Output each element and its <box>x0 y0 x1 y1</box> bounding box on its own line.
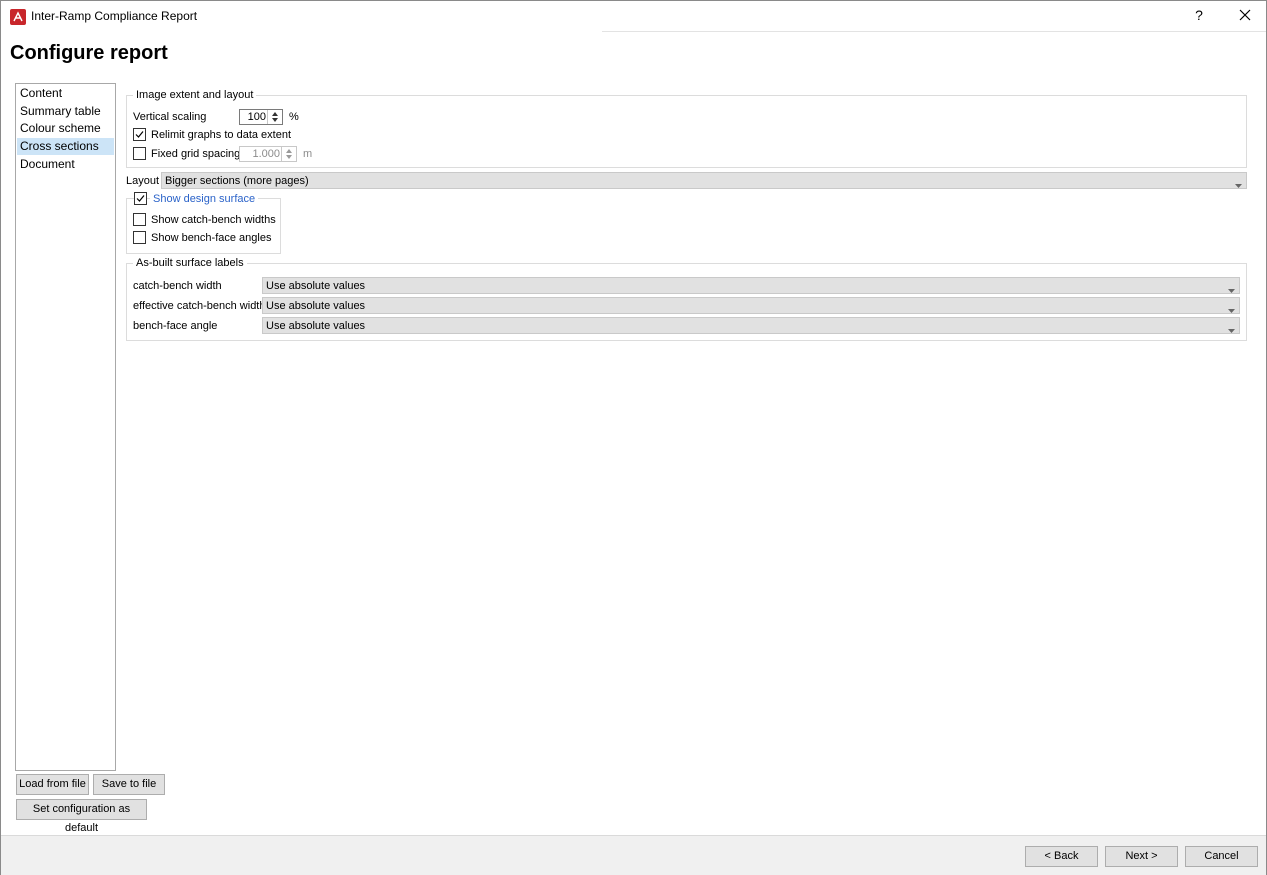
load-from-file-button[interactable]: Load from file <box>16 774 89 795</box>
close-icon[interactable] <box>1235 5 1255 25</box>
layout-select[interactable]: Bigger sections (more pages) <box>161 172 1247 189</box>
layout-label: Layout <box>126 175 160 187</box>
app-logo-icon <box>10 9 26 25</box>
show-bench-face-label: Show bench-face angles <box>151 232 272 244</box>
image-extent-title: Image extent and layout <box>133 89 257 101</box>
nav-item-cross-sections[interactable]: Cross sections <box>17 138 114 155</box>
bench-face-angle-label: bench-face angle <box>133 320 218 332</box>
design-surface-group <box>126 198 281 254</box>
bench-face-angle-select[interactable]: Use absolute values <box>262 317 1240 334</box>
chevron-down-icon <box>1235 179 1242 191</box>
effective-catch-bench-width-select[interactable]: Use absolute values <box>262 297 1240 314</box>
next-button[interactable]: Next > <box>1105 846 1178 867</box>
effective-catch-bench-width-label: effective catch-bench width <box>133 300 266 312</box>
catch-bench-width-select[interactable]: Use absolute values <box>262 277 1240 294</box>
nav-item-colour-scheme[interactable]: Colour scheme <box>17 120 114 137</box>
relimit-label: Relimit graphs to data extent <box>151 129 292 141</box>
chevron-down-icon <box>1228 284 1235 296</box>
save-to-file-button[interactable]: Save to file <box>93 774 165 795</box>
layout-value: Bigger sections (more pages) <box>165 175 309 187</box>
catch-bench-width-value: Use absolute values <box>266 280 366 292</box>
window-title: Inter-Ramp Compliance Report <box>31 9 198 23</box>
title-divider <box>602 31 1266 32</box>
dialog-footer: < Back Next > Cancel <box>1 835 1266 875</box>
spin-arrows-icon[interactable] <box>281 147 296 161</box>
bench-face-angle-value: Use absolute values <box>266 320 366 332</box>
nav-item-document[interactable]: Document <box>17 156 114 173</box>
spin-arrows-icon[interactable] <box>267 110 282 124</box>
fixed-grid-spinbox[interactable]: 1.000 <box>239 146 297 162</box>
vertical-scaling-unit: % <box>289 111 299 123</box>
show-catch-bench-checkbox[interactable] <box>133 213 146 226</box>
vertical-scaling-spinbox[interactable]: 100 <box>239 109 283 125</box>
show-design-surface-label: Show design surface <box>150 193 259 205</box>
show-catch-bench-label: Show catch-bench widths <box>151 214 276 226</box>
chevron-down-icon <box>1228 324 1235 336</box>
vertical-scaling-value: 100 <box>247 111 266 123</box>
title-bar: Inter-Ramp Compliance Report ? <box>1 1 1266 31</box>
help-button[interactable]: ? <box>1191 7 1207 23</box>
show-design-surface-checkbox[interactable] <box>134 192 147 205</box>
section-list: Content Summary table Colour scheme Cros… <box>15 83 116 771</box>
back-button[interactable]: < Back <box>1025 846 1098 867</box>
set-default-button[interactable]: Set configuration as default <box>16 799 147 834</box>
relimit-checkbox[interactable] <box>133 128 146 141</box>
fixed-grid-checkbox[interactable] <box>133 147 146 160</box>
fixed-grid-label: Fixed grid spacing <box>151 148 241 160</box>
nav-item-summary-table[interactable]: Summary table <box>17 103 114 120</box>
page-title: Configure report <box>10 42 168 64</box>
catch-bench-width-label: catch-bench width <box>133 280 222 292</box>
fixed-grid-unit: m <box>303 148 313 160</box>
as-built-title: As-built surface labels <box>133 257 247 269</box>
vertical-scaling-label: Vertical scaling <box>133 111 207 123</box>
fixed-grid-value: 1.000 <box>252 148 280 160</box>
cancel-button[interactable]: Cancel <box>1185 846 1258 867</box>
effective-catch-bench-width-value: Use absolute values <box>266 300 366 312</box>
chevron-down-icon <box>1228 304 1235 316</box>
show-bench-face-checkbox[interactable] <box>133 231 146 244</box>
nav-item-content[interactable]: Content <box>17 85 114 102</box>
